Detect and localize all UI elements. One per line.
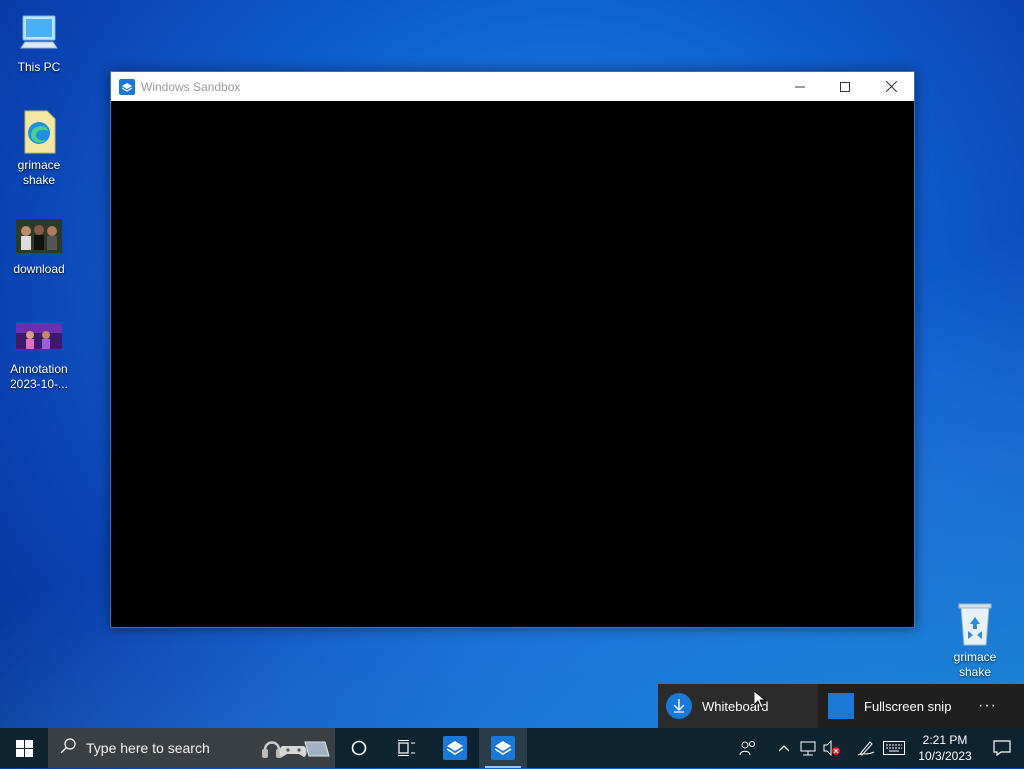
minimize-button[interactable] bbox=[777, 72, 823, 101]
desktop-icon-grimace-shake-file[interactable]: grimace shake bbox=[4, 108, 74, 188]
taskbar-sandbox-running[interactable] bbox=[479, 728, 527, 768]
show-hidden-icons-button[interactable] bbox=[772, 728, 796, 768]
clock-button[interactable]: 2:21 PM 10/3/2023 bbox=[910, 732, 980, 764]
image-thumbnail-icon bbox=[15, 312, 63, 360]
search-box[interactable]: Type here to search bbox=[48, 728, 335, 768]
close-icon bbox=[885, 81, 897, 92]
sandbox-icon bbox=[119, 78, 135, 95]
sandbox-content[interactable] bbox=[111, 101, 914, 627]
network-button[interactable] bbox=[796, 728, 820, 768]
desktop-icon-label: grimace shake bbox=[953, 650, 997, 679]
sandbox-icon bbox=[491, 736, 515, 760]
notification-icon bbox=[993, 740, 1011, 756]
network-icon bbox=[800, 741, 816, 756]
cortana-icon bbox=[351, 740, 367, 756]
clock-time: 2:21 PM bbox=[922, 733, 968, 747]
start-button[interactable] bbox=[0, 728, 48, 768]
maximize-icon bbox=[840, 81, 850, 92]
tray-spacer bbox=[760, 728, 772, 768]
whiteboard-button[interactable]: Whiteboard bbox=[658, 684, 818, 728]
snip-toolbar: Whiteboard Fullscreen snip ··· bbox=[658, 684, 1024, 728]
desktop-icon-this-pc[interactable]: This PC bbox=[4, 10, 74, 75]
clock-date: 10/3/2023 bbox=[918, 749, 972, 763]
pen-workspace-button[interactable] bbox=[854, 728, 878, 768]
cortana-button[interactable] bbox=[335, 728, 383, 768]
desktop-icon-download[interactable]: download bbox=[4, 212, 74, 277]
windows-logo-icon bbox=[15, 739, 33, 757]
more-label: ··· bbox=[978, 697, 997, 714]
system-tray: 2:21 PM 10/3/2023 bbox=[736, 728, 1024, 768]
fullscreen-snip-button[interactable]: Fullscreen snip bbox=[818, 684, 978, 728]
search-placeholder: Type here to search bbox=[86, 740, 210, 756]
window-title: Windows Sandbox bbox=[141, 79, 241, 94]
pen-icon bbox=[857, 741, 875, 756]
task-view-icon bbox=[398, 740, 415, 756]
sandbox-icon bbox=[443, 736, 467, 760]
desktop-icon-annotation[interactable]: Annotation 2023-10-... bbox=[4, 312, 74, 392]
computer-icon bbox=[15, 10, 63, 58]
taskbar-sandbox-pinned[interactable] bbox=[431, 728, 479, 768]
touch-keyboard-button[interactable] bbox=[878, 728, 910, 768]
mouse-cursor-icon bbox=[753, 690, 767, 714]
volume-muted-icon bbox=[823, 740, 840, 756]
fullscreen-snip-label: Fullscreen snip bbox=[864, 698, 952, 714]
search-highlight-icon bbox=[259, 732, 331, 769]
image-thumbnail-icon bbox=[15, 212, 63, 260]
action-center-button[interactable] bbox=[980, 728, 1024, 768]
volume-button[interactable] bbox=[820, 728, 844, 768]
taskbar: Type here to search 2:21 PM 10/3/2023 bbox=[0, 728, 1024, 768]
desktop-icon-recycle-bin[interactable]: grimace shake bbox=[940, 600, 1010, 680]
chevron-up-icon bbox=[778, 745, 790, 752]
edge-file-icon bbox=[15, 108, 63, 156]
task-view-button[interactable] bbox=[383, 728, 431, 768]
desktop-icon-label: Annotation 2023-10-... bbox=[9, 362, 69, 391]
sandbox-window[interactable]: Windows Sandbox bbox=[110, 71, 915, 628]
maximize-button[interactable] bbox=[822, 72, 868, 101]
search-icon bbox=[60, 737, 76, 759]
minimize-icon bbox=[795, 86, 805, 87]
people-button[interactable] bbox=[736, 728, 760, 768]
recycle-bin-icon bbox=[951, 600, 999, 648]
download-icon bbox=[666, 693, 692, 719]
fullscreen-snip-icon bbox=[828, 693, 854, 719]
window-titlebar[interactable]: Windows Sandbox bbox=[111, 72, 914, 101]
people-icon bbox=[739, 741, 755, 756]
more-options-button[interactable]: ··· bbox=[978, 684, 1024, 728]
desktop-icon-label: grimace shake bbox=[17, 158, 61, 187]
desktop-icon-label: download bbox=[13, 262, 65, 276]
desktop-icon-label: This PC bbox=[17, 60, 61, 74]
tray-spacer bbox=[844, 728, 854, 768]
close-button[interactable] bbox=[868, 72, 914, 101]
keyboard-icon bbox=[883, 741, 905, 755]
